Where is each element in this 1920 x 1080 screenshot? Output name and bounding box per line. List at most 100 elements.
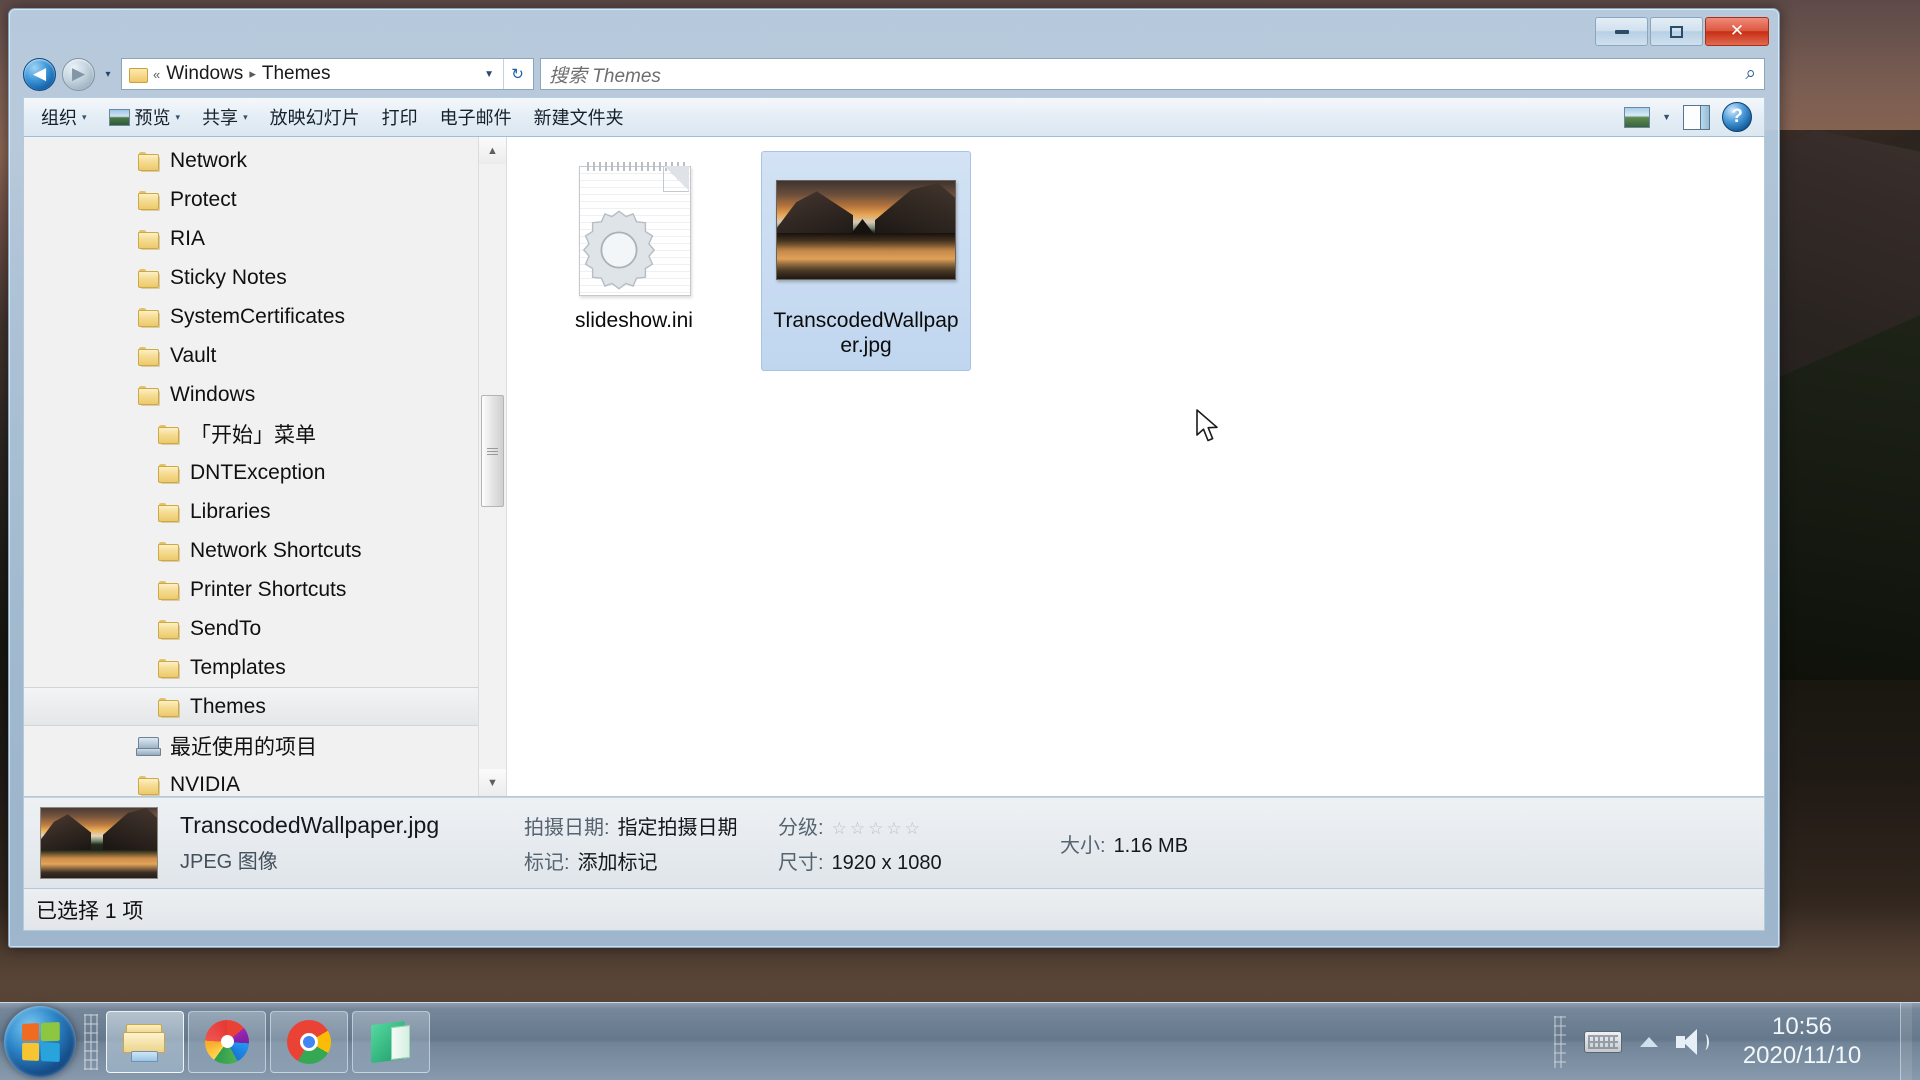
toolbar-slideshow-button[interactable]: 放映幻灯片 (259, 100, 371, 134)
back-button[interactable]: ◀ (23, 57, 56, 91)
recent-locations-dropdown[interactable]: ▾ (101, 69, 115, 80)
tree-list: Network Protect RIA Sticky Notes SystemC… (24, 137, 506, 796)
taskbar-item-notebook[interactable] (352, 1010, 430, 1073)
minimize-icon (1614, 29, 1629, 34)
details-date-taken-value[interactable]: 指定拍摄日期 (618, 811, 738, 840)
star-icon[interactable]: ☆ (886, 820, 901, 837)
chevron-down-icon[interactable]: ▼ (1662, 112, 1671, 122)
folder-icon (156, 580, 181, 600)
show-desktop-button[interactable] (1900, 1003, 1912, 1080)
change-view-button[interactable] (1624, 106, 1651, 128)
tree-item-printer-shortcuts[interactable]: Printer Shortcuts (24, 570, 506, 609)
tree-item-libraries[interactable]: Libraries (24, 492, 506, 531)
tree-item-label: Protect (170, 187, 237, 211)
toolbar-share-button[interactable]: 共享 ▾ (191, 100, 259, 134)
details-date-column: 拍摄日期: 指定拍摄日期 标记: 添加标记 (524, 811, 756, 875)
chromium-icon (205, 1019, 249, 1064)
tree-item-systemcertificates[interactable]: SystemCertificates (24, 297, 506, 336)
refresh-button[interactable]: ↻ (503, 59, 531, 89)
show-hidden-icons-button[interactable] (1640, 1036, 1658, 1047)
file-name-label: TranscodedWallpaper.jpg (773, 309, 959, 358)
file-icon-wrapper (776, 160, 956, 300)
close-button[interactable]: ✕ (1705, 17, 1769, 46)
preview-pane-toggle[interactable] (1683, 104, 1710, 130)
tree-item-protect[interactable]: Protect (24, 180, 506, 219)
tree-item-start-menu[interactable]: 「开始」菜单 (24, 414, 506, 453)
keyboard-input-icon[interactable] (1584, 1030, 1622, 1053)
file-item-transcodedwallpaper-jpg[interactable]: TranscodedWallpaper.jpg (761, 151, 971, 372)
toolbar-organize-button[interactable]: 组织 ▾ (30, 100, 98, 134)
minimize-button[interactable] (1595, 17, 1648, 46)
scroll-down-button[interactable]: ▼ (479, 769, 506, 796)
taskbar-item-windows-explorer[interactable] (106, 1010, 184, 1073)
tree-item-label: Templates (190, 655, 286, 679)
address-bar[interactable]: « Windows ▸ Themes ▼ ↻ (121, 58, 534, 90)
toolbar-print-button[interactable]: 打印 (371, 100, 429, 134)
tree-item-label: SystemCertificates (170, 304, 346, 328)
details-tags-value[interactable]: 添加标记 (578, 846, 658, 875)
tree-item-recent-items[interactable]: 最近使用的项目 (24, 726, 506, 765)
file-item-slideshow-ini[interactable]: slideshow.ini (529, 151, 739, 346)
search-box[interactable]: 搜索 Themes ⌕ (540, 58, 1765, 90)
tree-item-sticky-notes[interactable]: Sticky Notes (24, 258, 506, 297)
mouse-cursor (1196, 409, 1218, 442)
maximize-button[interactable] (1650, 17, 1703, 46)
details-thumbnail (40, 807, 158, 879)
tree-item-themes[interactable]: Themes (24, 687, 506, 726)
tree-item-nvidia[interactable]: NVIDIA (24, 765, 506, 796)
chevron-down-icon: ▾ (175, 111, 181, 122)
taskbar-item-google-chrome[interactable] (270, 1010, 348, 1073)
details-size-value: 1.16 MB (1113, 834, 1189, 857)
google-chrome-icon (287, 1019, 331, 1064)
file-list-pane[interactable]: slideshow.ini TranscodedWallpaper.jpg (507, 137, 1764, 796)
tree-item-network-shortcuts[interactable]: Network Shortcuts (24, 531, 506, 570)
star-icon[interactable]: ☆ (832, 820, 847, 837)
start-button[interactable] (4, 1005, 76, 1078)
tree-item-templates[interactable]: Templates (24, 648, 506, 687)
toolbar-organize-label: 组织 (41, 108, 77, 128)
tree-item-label: Printer Shortcuts (190, 577, 347, 601)
tree-item-windows[interactable]: Windows (24, 375, 506, 414)
tree-item-label: Libraries (190, 499, 271, 523)
star-icon[interactable]: ☆ (868, 820, 883, 837)
star-icon[interactable]: ☆ (850, 820, 865, 837)
taskbar-item-chromium[interactable] (188, 1010, 266, 1073)
file-name-label: slideshow.ini (575, 309, 693, 332)
toolbar-preview-button[interactable]: 预览 ▾ (98, 100, 192, 134)
breadcrumb-overflow[interactable]: « (153, 67, 160, 82)
folder-icon (156, 424, 181, 444)
search-input[interactable]: 搜索 Themes (549, 61, 1745, 88)
folder-icon (156, 619, 181, 639)
clock[interactable]: 10:56 2020/11/10 (1728, 1013, 1876, 1070)
chevron-down-icon[interactable]: ▼ (484, 69, 498, 80)
scroll-up-button[interactable]: ▲ (479, 137, 506, 164)
taskbar-grip-handle[interactable] (84, 1013, 98, 1070)
details-rating-label: 分级: (778, 817, 824, 839)
folder-icon (136, 385, 161, 405)
help-button[interactable]: ? (1722, 102, 1752, 132)
tree-item-network[interactable]: Network (24, 141, 506, 180)
breadcrumb-separator[interactable]: ▸ (249, 66, 256, 82)
toolbar-new-folder-button[interactable]: 新建文件夹 (523, 100, 635, 134)
tray-grip-handle[interactable] (1554, 1015, 1566, 1068)
tree-item-ria[interactable]: RIA (24, 219, 506, 258)
title-bar[interactable]: ✕ (9, 9, 1779, 57)
tree-item-label: 「开始」菜单 (190, 423, 316, 447)
scrollbar-thumb[interactable] (481, 395, 504, 507)
star-icon[interactable]: ☆ (905, 820, 920, 837)
tree-item-vault[interactable]: Vault (24, 336, 506, 375)
details-file-name: TranscodedWallpaper.jpg (180, 812, 440, 838)
forward-button[interactable]: ▶ (62, 57, 95, 91)
tree-item-dntexception[interactable]: DNTException (24, 453, 506, 492)
volume-icon[interactable] (1676, 1028, 1710, 1056)
toolbar-email-button[interactable]: 电子邮件 (429, 100, 523, 134)
breadcrumb-item-windows[interactable]: Windows (166, 63, 243, 85)
breadcrumb-item-themes[interactable]: Themes (262, 63, 331, 85)
tree-item-sendto[interactable]: SendTo (24, 609, 506, 648)
toolbar-share-label: 共享 (202, 108, 239, 128)
command-toolbar: 组织 ▾ 预览 ▾ 共享 ▾ 放映幻灯片 打印 电子邮件 新建文件夹 ▼ ? (23, 97, 1765, 137)
tree-item-label: Themes (190, 694, 266, 718)
navigation-pane-scrollbar[interactable]: ▲ ▼ (478, 137, 506, 796)
folder-icon (136, 151, 161, 171)
rating-stars[interactable]: ☆ ☆ ☆ ☆ ☆ (832, 820, 920, 837)
